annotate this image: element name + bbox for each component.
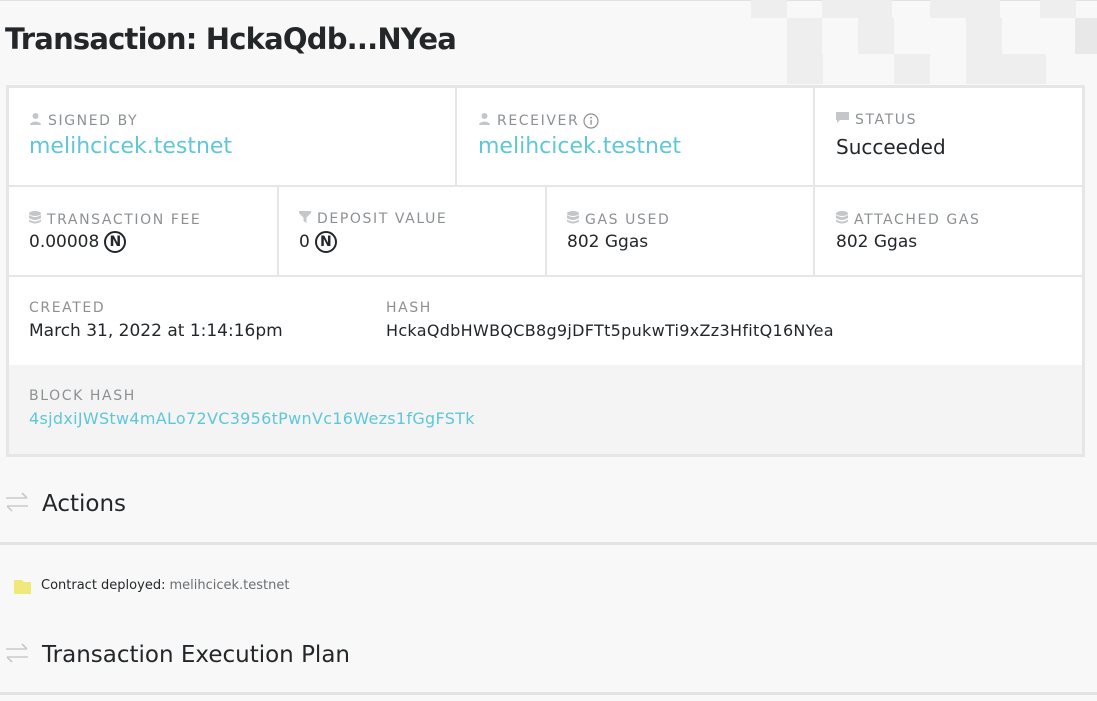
- transaction-fee-value: 0.00008 N: [29, 231, 127, 253]
- divider: [813, 186, 815, 276]
- action-actor: melihcicek.testnet: [169, 577, 290, 593]
- section-divider: [0, 692, 1097, 695]
- signed-by-label: SIGNED BY: [29, 112, 138, 129]
- user-icon: [29, 112, 42, 129]
- status-label: STATUS: [836, 112, 917, 128]
- section-divider: [0, 542, 1097, 545]
- divider: [455, 88, 457, 186]
- page-title: Transaction: HckaQdb...NYea: [5, 22, 457, 56]
- actions-section-header: Actions: [0, 473, 1097, 535]
- action-item: Contract deployed: melihcicek.testnet: [14, 576, 289, 594]
- divider: [277, 186, 279, 276]
- filter-icon: [299, 211, 311, 227]
- divider: [813, 88, 815, 186]
- execution-plan-section-header: Transaction Execution Plan: [0, 624, 1097, 686]
- near-token-icon: N: [104, 231, 127, 253]
- gas-used-value: 802 Ggas: [567, 232, 649, 252]
- action-label: Contract deployed:: [41, 577, 166, 593]
- user-icon: [478, 112, 491, 129]
- block-hash-link[interactable]: 4sjdxiJWStw4mALo72VC3956tPwnVc16Wezs1fGg…: [29, 409, 475, 428]
- attached-gas-label: ATTACHED GAS: [836, 211, 980, 228]
- info-icon[interactable]: [583, 112, 599, 129]
- exchange-arrows-icon: [4, 640, 30, 670]
- created-value: March 31, 2022 at 1:14:16pm: [29, 321, 283, 341]
- created-label: CREATED: [29, 300, 106, 316]
- execution-plan-title: Transaction Execution Plan: [42, 642, 350, 668]
- gas-used-label: GAS USED: [567, 211, 670, 228]
- hash-label: HASH: [386, 300, 432, 316]
- transaction-summary-card: SIGNED BY melihcicek.testnet RECEIVER me…: [6, 85, 1085, 457]
- actions-title: Actions: [42, 491, 127, 517]
- divider: [545, 186, 547, 276]
- hash-value: HckaQdbHWBQCB8g9jDFTt5pukwTi9xZz3HfitQ16…: [386, 321, 834, 340]
- folder-icon: [14, 580, 31, 594]
- block-hash-label: BLOCK HASH: [29, 388, 136, 404]
- deposit-value-value: 0 N: [299, 231, 337, 253]
- transaction-fee-label: TRANSACTION FEE: [29, 211, 201, 228]
- coins-icon: [567, 211, 579, 228]
- status-value: Succeeded: [836, 135, 946, 159]
- attached-gas-value: 802 Ggas: [836, 232, 918, 252]
- exchange-arrows-icon: [4, 489, 30, 519]
- receiver-account-link[interactable]: melihcicek.testnet: [478, 134, 681, 159]
- near-token-icon: N: [314, 231, 337, 253]
- comment-icon: [836, 112, 849, 128]
- coins-icon: [836, 211, 848, 228]
- deposit-value-label: DEPOSIT VALUE: [299, 211, 447, 227]
- coins-icon: [29, 211, 41, 228]
- receiver-label: RECEIVER: [478, 112, 599, 129]
- signed-by-account-link[interactable]: melihcicek.testnet: [29, 134, 232, 159]
- divider: [9, 275, 1082, 277]
